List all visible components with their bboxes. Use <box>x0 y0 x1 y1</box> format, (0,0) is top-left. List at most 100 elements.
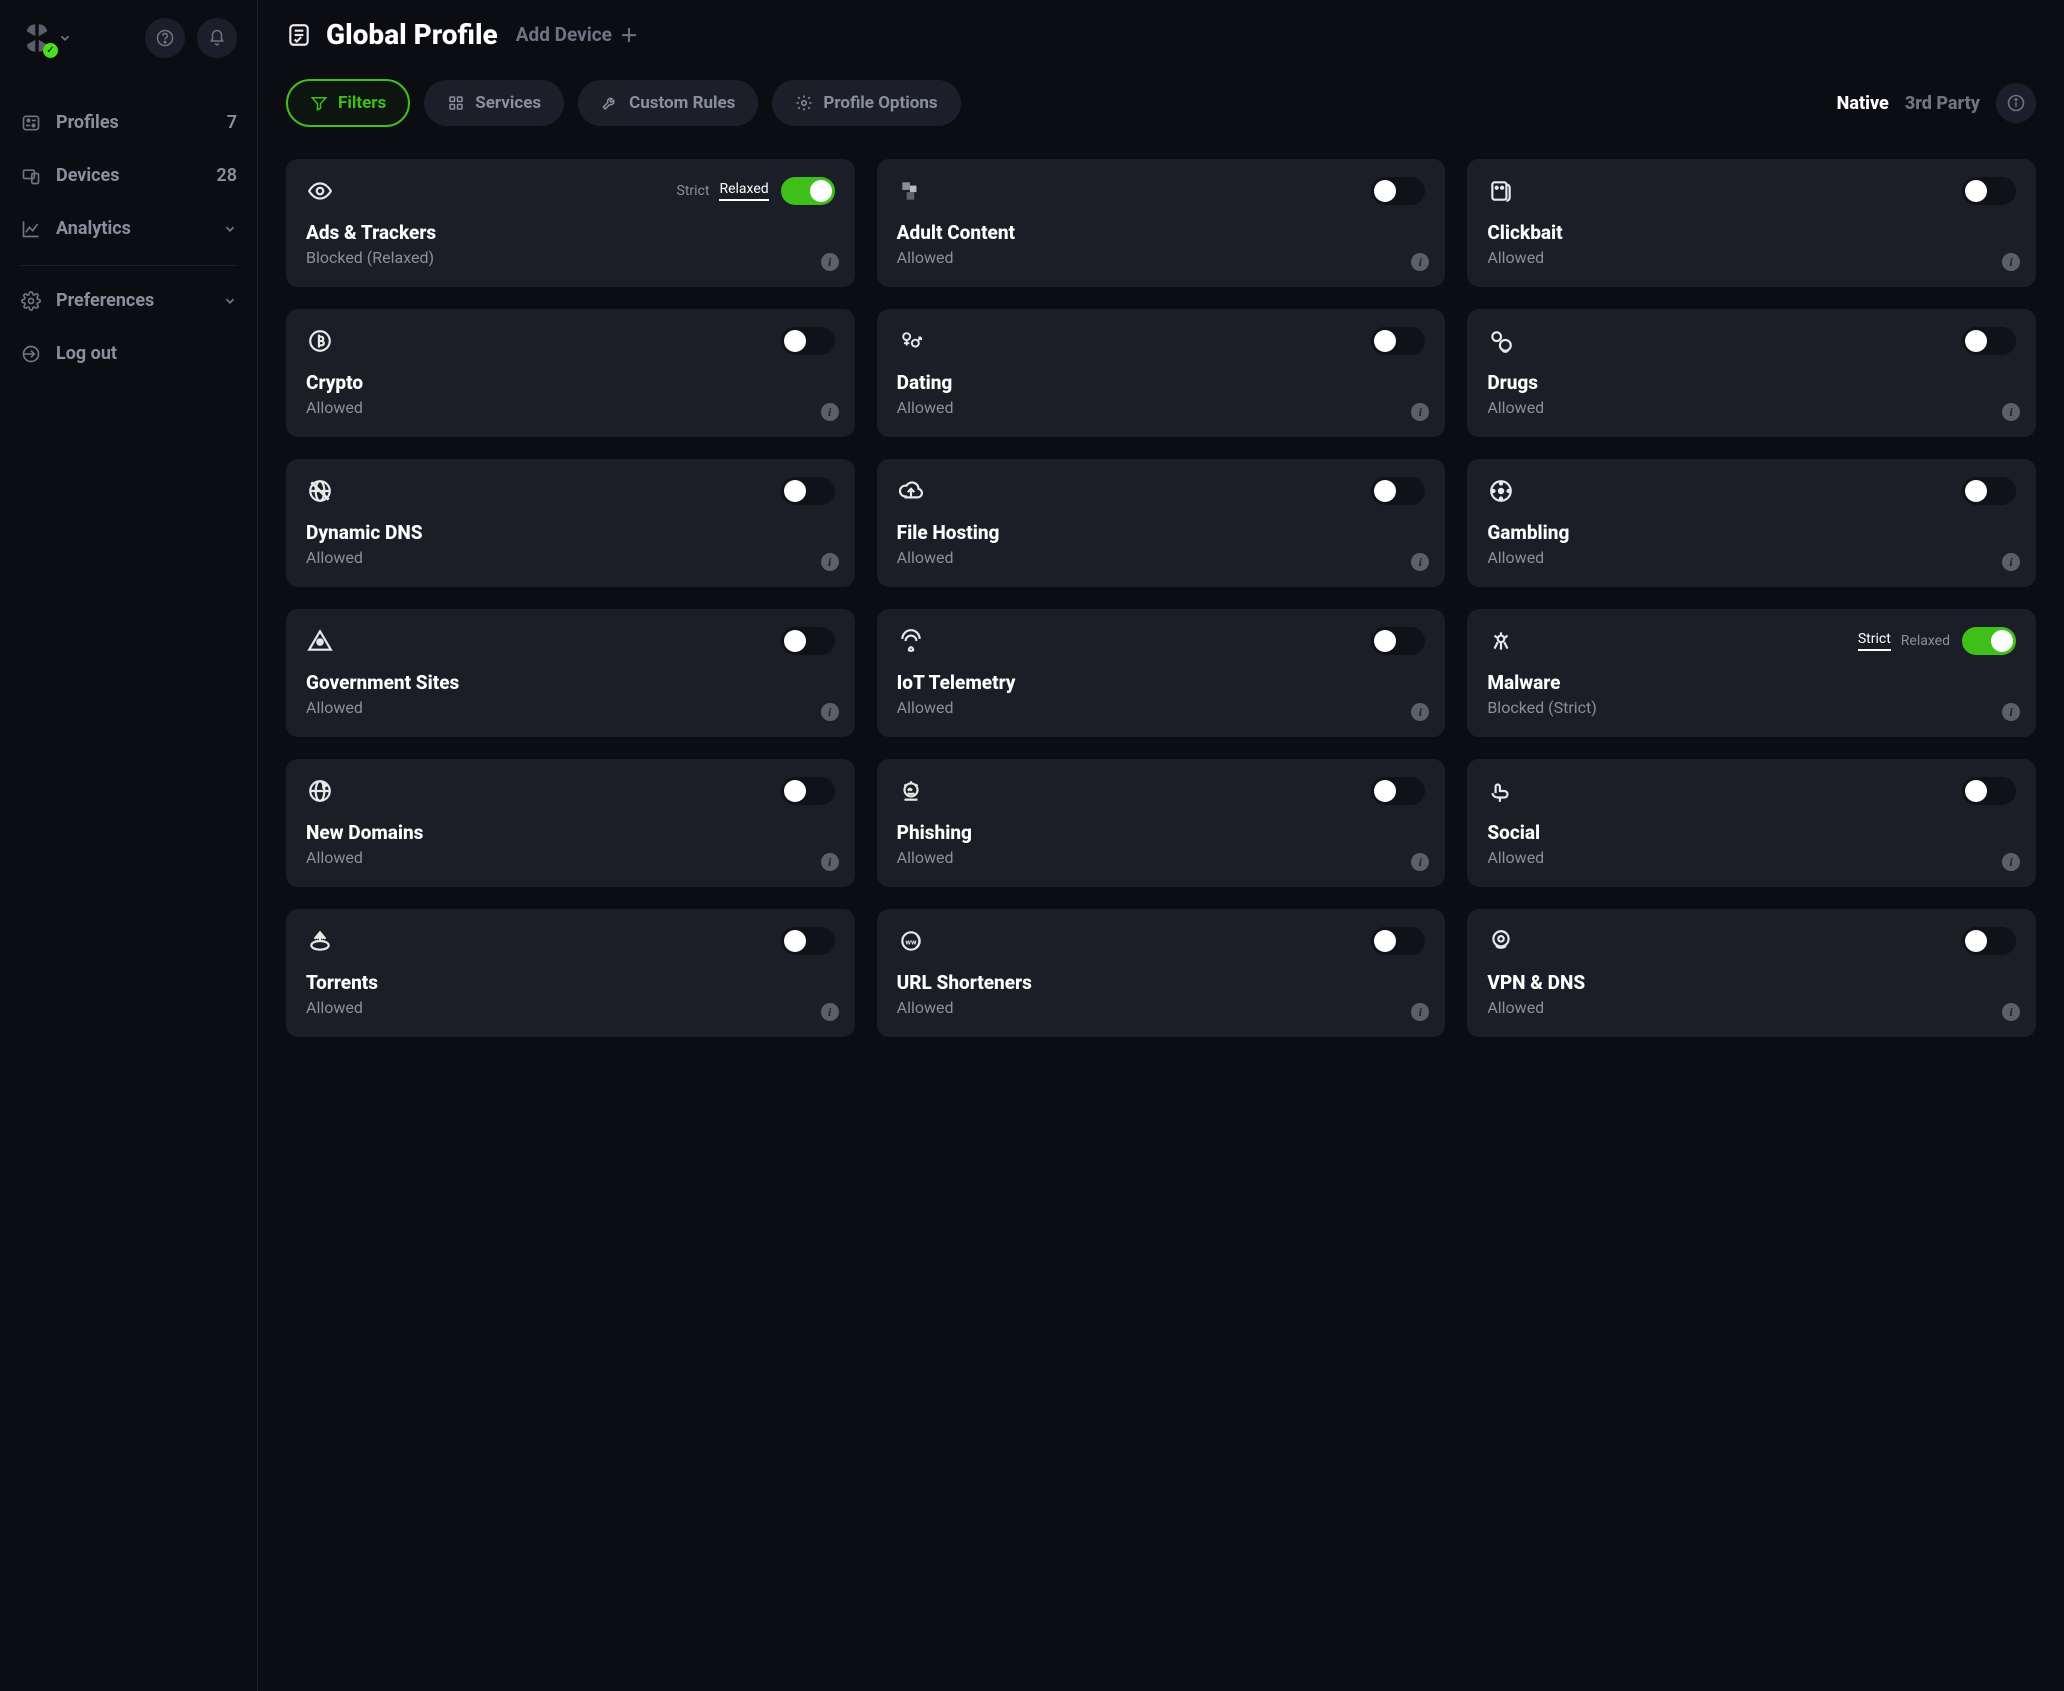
filter-toggle[interactable] <box>1371 477 1425 505</box>
filter-card: SocialAllowedi <box>1467 759 2036 887</box>
info-icon[interactable]: i <box>2002 553 2020 571</box>
wrench-icon <box>601 94 619 112</box>
info-icon[interactable]: i <box>2002 703 2020 721</box>
filter-title: Dynamic DNS <box>306 521 835 544</box>
info-icon[interactable]: i <box>1411 853 1429 871</box>
filter-title: VPN & DNS <box>1487 971 2016 994</box>
info-icon[interactable]: i <box>821 703 839 721</box>
filter-category-icon <box>1487 177 1515 205</box>
filter-toggle[interactable] <box>1371 177 1425 205</box>
filter-title: Phishing <box>897 821 1426 844</box>
filter-toggle[interactable] <box>1962 627 2016 655</box>
info-icon[interactable]: i <box>1411 253 1429 271</box>
info-icon[interactable]: i <box>1411 553 1429 571</box>
info-icon[interactable]: i <box>1411 703 1429 721</box>
mode-strict[interactable]: Strict <box>1858 631 1891 651</box>
chevron-down-icon <box>58 31 72 45</box>
sidebar-item-label: Analytics <box>56 218 131 239</box>
filter-title: Drugs <box>1487 371 2016 394</box>
sidebar-item-preferences[interactable]: Preferences <box>20 274 237 327</box>
divider <box>20 265 237 266</box>
filter-title: Adult Content <box>897 221 1426 244</box>
info-icon[interactable]: i <box>2002 253 2020 271</box>
sidebar-item-count: 7 <box>227 112 237 133</box>
tab-profile-options[interactable]: Profile Options <box>772 80 960 126</box>
info-icon[interactable]: i <box>821 253 839 271</box>
filter-category-icon <box>1487 627 1515 655</box>
filter-status: Blocked (Strict) <box>1487 698 2016 717</box>
filter-toggle[interactable] <box>1371 777 1425 805</box>
info-icon[interactable]: i <box>1411 1003 1429 1021</box>
help-icon <box>156 29 174 47</box>
filter-toggle[interactable] <box>781 327 835 355</box>
filter-title: File Hosting <box>897 521 1426 544</box>
filter-category-icon <box>306 177 334 205</box>
filter-toggle[interactable] <box>1371 627 1425 655</box>
filter-toggle[interactable] <box>1962 327 2016 355</box>
info-icon[interactable]: i <box>1411 403 1429 421</box>
sidebar-item-label: Profiles <box>56 112 119 133</box>
add-device-button[interactable]: Add Device ＋ <box>516 22 638 48</box>
filter-toggle[interactable] <box>1962 177 2016 205</box>
filter-card: Dynamic DNSAllowedi <box>286 459 855 587</box>
mode-strict[interactable]: Strict <box>677 183 710 199</box>
filter-category-icon <box>897 327 925 355</box>
subtab-third-party[interactable]: 3rd Party <box>1905 93 1980 114</box>
info-icon[interactable]: i <box>821 553 839 571</box>
tab-filters[interactable]: Filters <box>286 79 410 127</box>
filter-title: URL Shorteners <box>897 971 1426 994</box>
filter-status: Allowed <box>897 548 1426 567</box>
info-icon[interactable]: i <box>821 1003 839 1021</box>
tab-custom-rules[interactable]: Custom Rules <box>578 80 758 126</box>
filter-toggle[interactable] <box>1371 927 1425 955</box>
filter-status: Allowed <box>897 698 1426 717</box>
info-icon[interactable]: i <box>2002 1003 2020 1021</box>
filter-toggle[interactable] <box>1371 327 1425 355</box>
chevron-down-icon <box>223 294 237 308</box>
mode-relaxed[interactable]: Relaxed <box>1901 633 1950 649</box>
filter-toggle[interactable] <box>781 177 835 205</box>
filter-toggle[interactable] <box>1962 777 2016 805</box>
filter-status: Allowed <box>897 848 1426 867</box>
profile-document-icon <box>286 22 312 48</box>
filter-card: File Hosting Allowedi <box>877 459 1446 587</box>
toolbar-info-button[interactable] <box>1996 83 2036 123</box>
filter-toggle[interactable] <box>781 627 835 655</box>
sidebar: ✓ <box>0 0 258 1691</box>
info-icon[interactable]: i <box>2002 853 2020 871</box>
filter-title: Clickbait <box>1487 221 2016 244</box>
info-icon[interactable]: i <box>2002 403 2020 421</box>
filter-toggle[interactable] <box>781 927 835 955</box>
filter-icon <box>310 94 328 112</box>
gear-icon <box>795 94 813 112</box>
info-icon[interactable]: i <box>821 853 839 871</box>
filter-toggle[interactable] <box>1962 927 2016 955</box>
filter-card: TorrentsAllowedi <box>286 909 855 1037</box>
filter-toggle[interactable] <box>1962 477 2016 505</box>
tab-services[interactable]: Services <box>424 80 564 126</box>
info-icon[interactable]: i <box>821 403 839 421</box>
filter-title: Dating <box>897 371 1426 394</box>
analytics-icon <box>20 219 42 239</box>
sidebar-item-devices[interactable]: Devices 28 <box>20 149 237 202</box>
mode-relaxed[interactable]: Relaxed <box>719 181 768 201</box>
filter-toggle[interactable] <box>781 777 835 805</box>
filter-category-icon <box>897 627 925 655</box>
filter-category-icon <box>1487 927 1515 955</box>
sidebar-item-analytics[interactable]: Analytics <box>20 202 237 255</box>
filter-toggle[interactable] <box>781 477 835 505</box>
help-button[interactable] <box>145 18 185 58</box>
devices-icon <box>20 166 42 186</box>
filter-card: StrictRelaxedAds & TrackersBlocked (Rela… <box>286 159 855 287</box>
sidebar-item-profiles[interactable]: Profiles 7 <box>20 96 237 149</box>
notifications-button[interactable] <box>197 18 237 58</box>
profiles-icon <box>20 113 42 133</box>
tab-label: Profile Options <box>823 93 937 113</box>
sidebar-item-logout[interactable]: Log out <box>20 327 237 380</box>
filter-status: Allowed <box>306 998 835 1017</box>
subtab-native[interactable]: Native <box>1837 93 1889 114</box>
filter-card: StrictRelaxedMalwareBlocked (Strict)i <box>1467 609 2036 737</box>
account-switcher[interactable]: ✓ <box>20 21 72 55</box>
filter-title: New Domains <box>306 821 835 844</box>
filter-card: CryptoAllowedi <box>286 309 855 437</box>
